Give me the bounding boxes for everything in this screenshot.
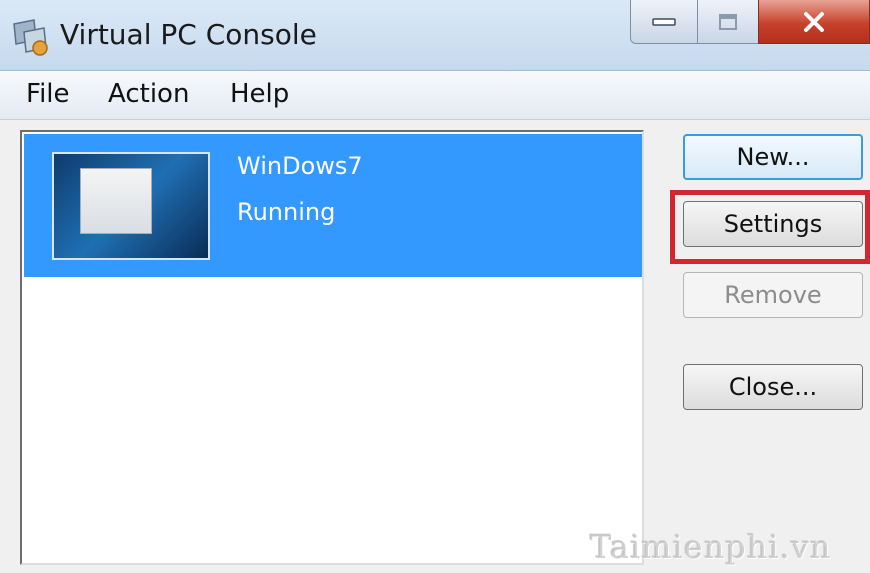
menu-file[interactable]: File — [26, 79, 70, 109]
minimize-button[interactable] — [630, 0, 698, 44]
menu-action[interactable]: Action — [108, 79, 189, 109]
menu-help[interactable]: Help — [230, 79, 289, 109]
close-window-button[interactable] — [758, 0, 870, 44]
new-button[interactable]: New... — [683, 134, 863, 180]
watermark: Taimienphi.vn — [590, 528, 832, 566]
vm-list-item[interactable]: WinDows7 Running — [24, 134, 642, 277]
virtual-machine-list[interactable]: WinDows7 Running — [20, 130, 644, 565]
vm-status: Running — [237, 198, 336, 226]
vm-thumbnail — [52, 152, 210, 260]
menu-bar: File Action Help — [0, 71, 870, 120]
remove-button[interactable]: Remove — [683, 272, 863, 318]
title-bar[interactable]: Virtual PC Console — [0, 0, 870, 71]
window-title: Virtual PC Console — [60, 18, 317, 51]
virtual-pc-icon — [10, 18, 52, 58]
settings-highlight-box — [670, 190, 870, 264]
vm-name: WinDows7 — [237, 152, 363, 180]
vm-thumbnail-window — [80, 168, 152, 234]
close-button[interactable]: Close... — [683, 364, 863, 410]
caption-buttons — [630, 0, 870, 46]
virtual-pc-console-window: Virtual PC Console File Action Help WinD… — [0, 0, 870, 573]
maximize-button[interactable] — [697, 0, 759, 44]
